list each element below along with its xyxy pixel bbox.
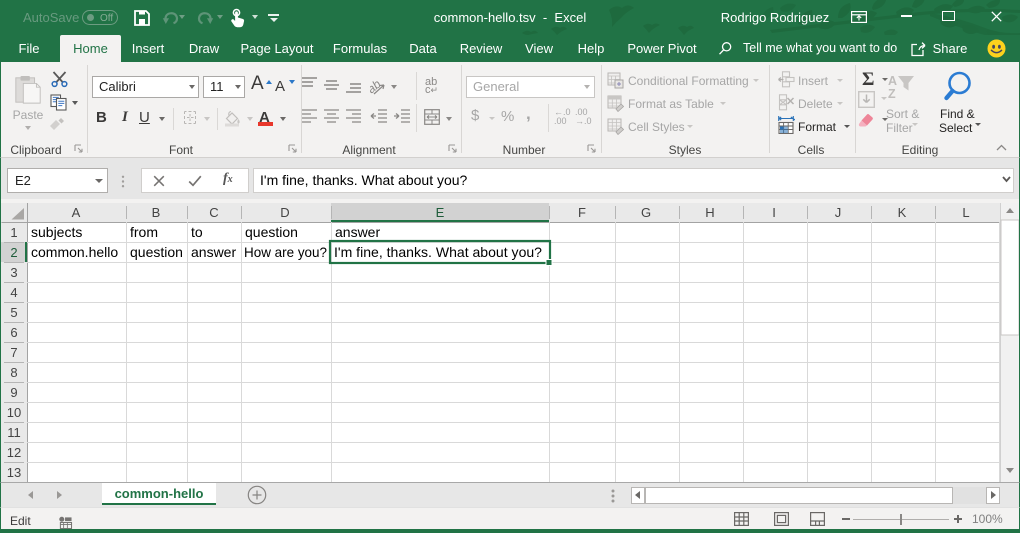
svg-text:1: 1 [10,225,17,240]
svg-text:question: question [130,244,183,260]
svg-text:C: C [209,205,218,220]
svg-text:3: 3 [10,265,17,280]
svg-text:question: question [245,224,298,240]
svg-text:answer: answer [191,244,236,260]
svg-text:F: F [578,205,586,220]
svg-text:I'm fine, thanks. What about y: I'm fine, thanks. What about you? [334,244,542,260]
svg-text:to: to [191,224,203,240]
svg-text:8: 8 [10,365,17,380]
svg-text:D: D [280,205,289,220]
svg-text:E: E [436,205,445,220]
svg-text:G: G [641,205,651,220]
svg-text:13: 13 [7,465,21,480]
svg-text:12: 12 [7,445,21,460]
svg-text:How are you?: How are you? [244,244,327,260]
svg-text:10: 10 [7,405,21,420]
svg-text:7: 7 [10,345,17,360]
svg-text:common.hello: common.hello [31,244,118,260]
svg-text:9: 9 [10,385,17,400]
svg-text:4: 4 [10,285,17,300]
svg-text:from: from [130,224,158,240]
svg-text:I: I [772,205,776,220]
svg-text:J: J [835,205,842,220]
svg-text:5: 5 [10,305,17,320]
svg-text:H: H [705,205,714,220]
svg-text:11: 11 [7,425,21,440]
svg-text:B: B [152,205,161,220]
svg-text:6: 6 [10,325,17,340]
svg-text:subjects: subjects [31,224,82,240]
svg-text:A: A [72,205,81,220]
svg-text:2: 2 [10,245,17,260]
svg-text:K: K [898,205,907,220]
svg-text:answer: answer [335,224,380,240]
svg-text:L: L [962,205,969,220]
